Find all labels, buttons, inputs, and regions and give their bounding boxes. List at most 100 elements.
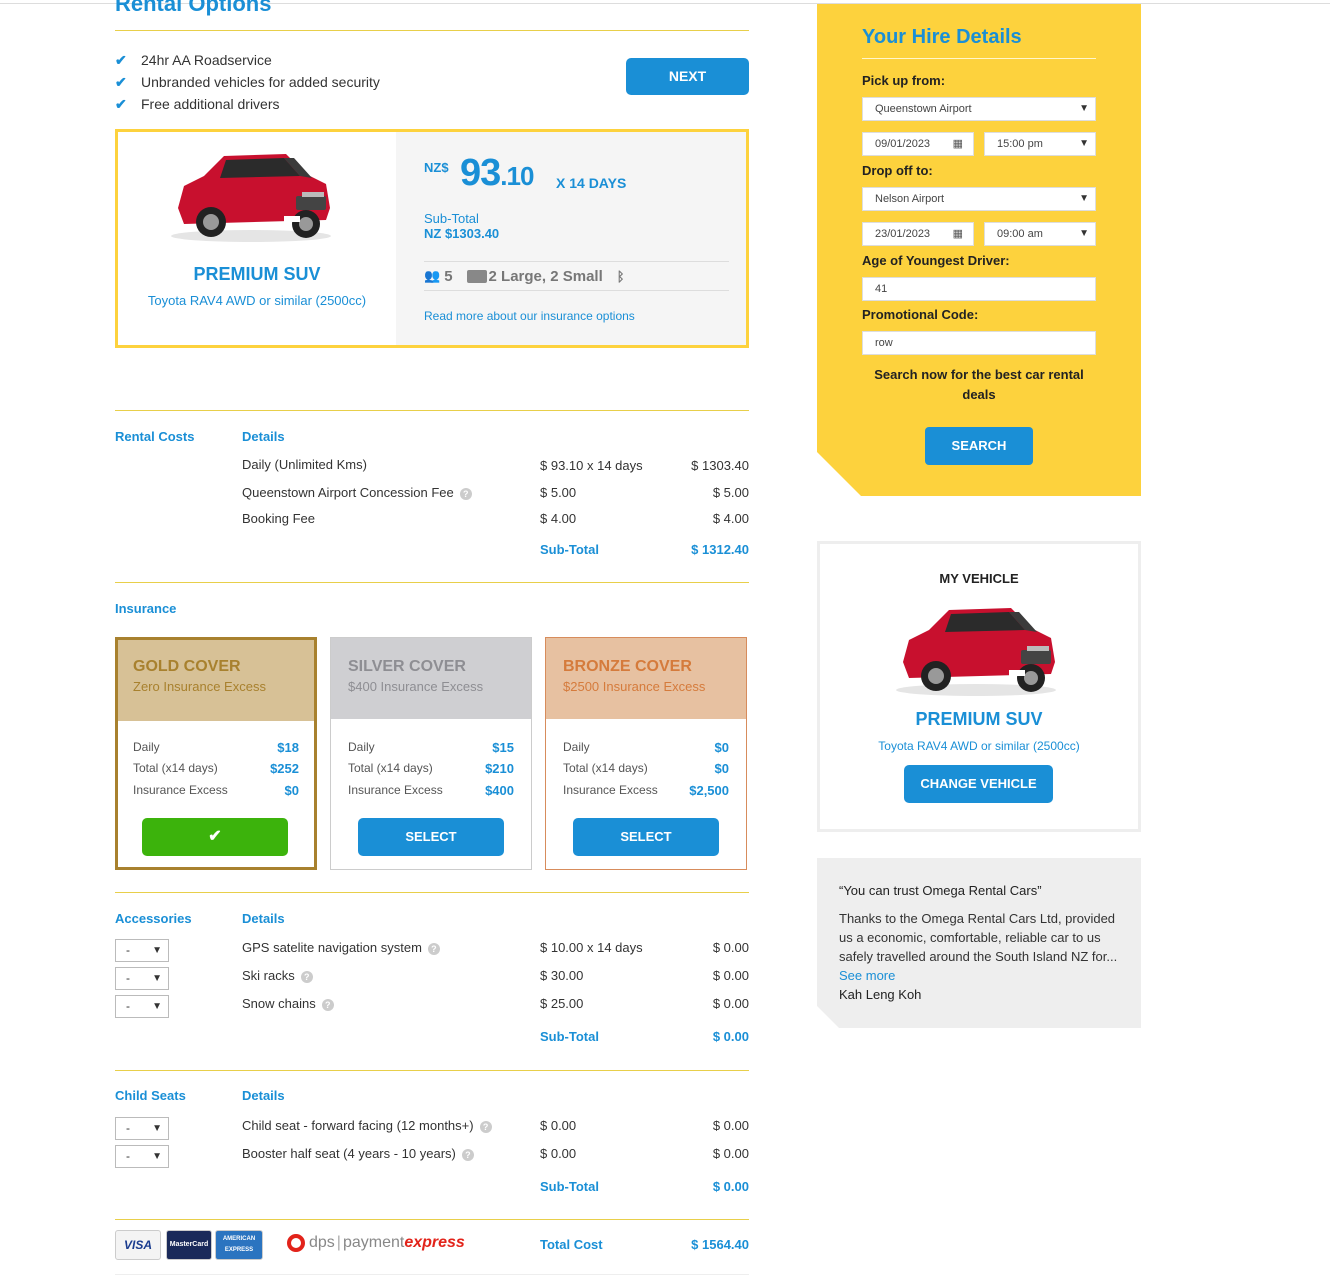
cover-subtitle: $400 Insurance Excess	[348, 679, 484, 694]
accessory-rate: $ 25.00	[540, 996, 584, 1011]
divider	[115, 410, 749, 411]
gold-cover-selected-button[interactable]: ✔	[142, 818, 288, 856]
check-icon: ✔	[115, 96, 127, 112]
next-button[interactable]: NEXT	[626, 58, 749, 95]
insurance-info-link[interactable]: Read more about our insurance options	[424, 309, 635, 323]
accessory-qty-select[interactable]: - ▼	[115, 967, 169, 990]
accessory-qty-select[interactable]: - ▼	[115, 939, 169, 962]
corner-cut	[817, 1006, 839, 1028]
accessory-name: GPS satelite navigation system	[242, 940, 422, 955]
cover-row-label: Daily	[563, 740, 590, 754]
select-value: -	[126, 999, 130, 1013]
dropoff-time-select[interactable]: 09:00 am ▼	[984, 222, 1096, 246]
help-icon[interactable]: ?	[479, 1120, 492, 1133]
price-currency: NZ$	[424, 160, 449, 175]
driver-age-input[interactable]: 41	[862, 277, 1096, 301]
accessories-details-label: Details	[242, 911, 285, 926]
cover-excess-row: Insurance Excess $0	[133, 783, 299, 798]
help-icon[interactable]: ?	[459, 487, 472, 500]
see-more-link[interactable]: See more	[839, 968, 895, 983]
help-icon[interactable]: ?	[461, 1148, 474, 1161]
chevron-down-icon: ▼	[152, 1123, 162, 1134]
silver-cover-card[interactable]: SILVER COVER $400 Insurance Excess Daily…	[330, 637, 532, 870]
cover-row-label: Insurance Excess	[348, 783, 443, 797]
rental-cost-name: Daily (Unlimited Kms)	[242, 457, 367, 472]
gold-cover-card[interactable]: GOLD COVER Zero Insurance Excess Daily $1…	[115, 637, 317, 870]
child-seat-total: $ 0.00	[712, 1118, 749, 1133]
child-seat-name: Booster half seat (4 years - 10 years)	[242, 1146, 456, 1161]
help-icon[interactable]: ?	[300, 970, 313, 983]
feature-label: Free additional drivers	[141, 96, 280, 112]
dropoff-location-select[interactable]: Nelson Airport ▼	[862, 187, 1096, 211]
cover-row-label: Insurance Excess	[133, 783, 228, 797]
change-vehicle-button[interactable]: CHANGE VEHICLE	[904, 765, 1053, 803]
accessory-total: $ 0.00	[712, 940, 749, 955]
feature-label: 24hr AA Roadservice	[141, 52, 272, 68]
calendar-icon: ▦	[952, 228, 963, 240]
divider	[862, 58, 1096, 59]
chevron-down-icon: ▼	[152, 973, 162, 984]
select-value: Queenstown Airport	[875, 103, 972, 115]
rental-cost-rate: $ 5.00	[540, 485, 577, 500]
rental-costs-label: Rental Costs	[115, 429, 195, 444]
divider	[115, 1070, 749, 1071]
search-button[interactable]: SEARCH	[925, 427, 1033, 465]
cover-row-label: Total (x14 days)	[348, 761, 433, 775]
pickup-location-select[interactable]: Queenstown Airport ▼	[862, 97, 1096, 121]
feature-label: Unbranded vehicles for added security	[141, 74, 380, 90]
help-icon[interactable]: ?	[427, 942, 440, 955]
divider	[115, 582, 749, 583]
chevron-down-icon: ▼	[1079, 103, 1089, 114]
dps-payment-express-logo: dps | payment express	[287, 1234, 465, 1252]
promo-code-label: Promotional Code:	[862, 307, 979, 322]
chevron-down-icon: ▼	[1079, 138, 1089, 149]
select-value: -	[126, 943, 130, 957]
check-icon: ✔	[115, 74, 127, 90]
cover-row-value: $400	[485, 783, 514, 798]
my-vehicle-panel: MY VEHICLE PREMIUM SUV Toyota RAV4 AWD o…	[817, 541, 1141, 832]
pickup-date-input[interactable]: 09/01/2023 ▦	[862, 132, 974, 156]
my-vehicle-title: MY VEHICLE	[939, 571, 1019, 586]
child-seat-qty-select[interactable]: - ▼	[115, 1117, 169, 1140]
price-amount: 93.10	[460, 152, 534, 195]
check-icon: ✔	[115, 52, 127, 68]
accessory-qty-select[interactable]: - ▼	[115, 995, 169, 1018]
cover-excess-row: Insurance Excess $2,500	[563, 783, 729, 798]
cover-excess-row: Insurance Excess $400	[348, 783, 514, 798]
page-title: Rental Options	[115, 0, 272, 16]
my-vehicle-name: PREMIUM SUV	[915, 709, 1043, 729]
checkmark-icon: ✔	[208, 828, 222, 845]
accessory-row: GPS satelite navigation system?	[242, 940, 440, 955]
cover-row-value: $15	[492, 740, 514, 755]
testimonial-body: Thanks to the Omega Rental Cars Ltd, pro…	[839, 909, 1124, 985]
dropoff-date-input[interactable]: 23/01/2023 ▦	[862, 222, 974, 246]
chevron-down-icon: ▼	[152, 1151, 162, 1162]
bronze-cover-select-button[interactable]: SELECT	[573, 818, 719, 856]
pickup-time-select[interactable]: 15:00 pm ▼	[984, 132, 1096, 156]
dropoff-label: Drop off to:	[862, 163, 933, 178]
promo-code-input[interactable]: row	[862, 331, 1096, 355]
divider	[115, 1274, 749, 1275]
corner-cut	[817, 452, 861, 496]
select-value: Nelson Airport	[875, 193, 945, 205]
vehicle-specs: 👥 5 2 Large, 2 Small ᛒ	[424, 261, 729, 291]
payment-logo-text: payment	[342, 1234, 405, 1251]
testimonial-author: Kah Leng Koh	[839, 987, 922, 1002]
child-seats-label: Child Seats	[115, 1088, 186, 1103]
accessory-rate: $ 30.00	[540, 968, 584, 983]
pickup-label: Pick up from:	[862, 73, 946, 88]
help-icon[interactable]: ?	[321, 998, 334, 1011]
date-value: 23/01/2023	[875, 228, 931, 240]
child-seat-qty-select[interactable]: - ▼	[115, 1145, 169, 1168]
accessory-total: $ 0.00	[712, 996, 749, 1011]
cover-title: SILVER COVER	[348, 658, 466, 675]
cover-total-row: Total (x14 days) $0	[563, 761, 729, 776]
testimonial-quote: “You can trust Omega Rental Cars”	[839, 883, 1042, 898]
vehicle-card: PREMIUM SUV Toyota RAV4 AWD or similar (…	[115, 129, 749, 348]
search-note: Search now for the best car rental deals	[874, 367, 1084, 402]
silver-cover-select-button[interactable]: SELECT	[358, 818, 504, 856]
child-seat-row: Booster half seat (4 years - 10 years)?	[242, 1146, 474, 1161]
divider	[115, 1219, 749, 1220]
bronze-cover-card[interactable]: BRONZE COVER $2500 Insurance Excess Dail…	[545, 637, 747, 870]
child-seat-rate: $ 0.00	[540, 1146, 577, 1161]
